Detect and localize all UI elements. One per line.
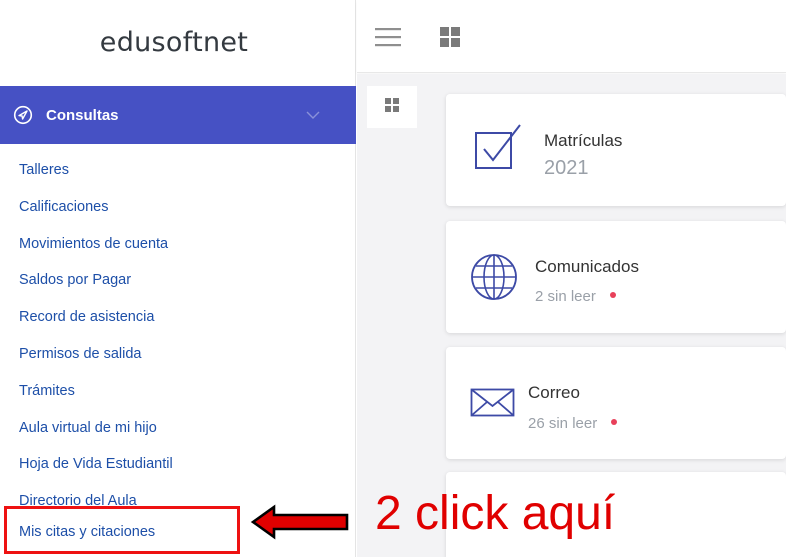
unread-count: 2 sin leer [535,288,596,305]
card-subtitle: 2 sin leer [535,288,616,305]
menu-item-movimientos-de-cuenta[interactable]: Movimientos de cuenta [0,230,356,267]
menu-item-permisos-de-salida[interactable]: Permisos de salida [0,340,356,377]
card-title: Correo [528,383,580,402]
card-title: Comunicados [535,257,639,276]
menu-item-aula-virtual[interactable]: Aula virtual de mi hijo [0,414,356,451]
card-matriculas[interactable]: Matrículas 2021 [446,94,786,206]
navigation-compass-icon [12,104,34,126]
annotation-callout: 2 click aquí [375,487,616,540]
menu-item-mis-citas[interactable]: Mis citas y citaciones [19,524,155,540]
unread-count: 26 sin leer [528,415,598,432]
menu-item-calificaciones[interactable]: Calificaciones [0,193,356,230]
globe-icon [470,253,518,301]
brand-logo: edusoftnet [99,26,249,58]
red-arrow-icon [250,504,350,540]
unread-dot [609,292,616,299]
card-comunicados[interactable]: Comunicados 2 sin leer [446,221,786,333]
menu-item-saldos-por-pagar[interactable]: Saldos por Pagar [0,266,356,303]
grid-view-icon[interactable] [440,27,460,47]
sidebar: edusoftnet Consultas Talleres Calificaci… [0,0,356,557]
mail-envelope-icon [470,388,516,418]
card-subtitle: 26 sin leer [528,415,618,432]
menu-item-tramites[interactable]: Trámites [0,377,356,414]
menu-item-hoja-de-vida[interactable]: Hoja de Vida Estudiantil [0,450,356,487]
grid-view-icon [385,97,399,117]
card-subtitle: 2021 [544,157,589,179]
hamburger-menu-icon[interactable] [375,27,401,47]
main-content: Matrículas 2021 Comunicados 2 sin leer C… [357,74,786,557]
checkbox-icon [470,122,526,172]
submenu-list: Talleres Calificaciones Movimientos de c… [0,156,356,524]
unread-dot [611,419,618,426]
menu-section-consultas[interactable]: Consultas [0,86,356,144]
menu-item-talleres[interactable]: Talleres [0,156,356,193]
dashboard-grid-button[interactable] [367,86,417,128]
chevron-down-icon[interactable] [305,107,321,123]
card-correo[interactable]: Correo 26 sin leer [446,347,786,459]
menu-item-record-de-asistencia[interactable]: Record de asistencia [0,303,356,340]
menu-section-label: Consultas [46,106,119,124]
top-bar [357,0,786,73]
card-title: Matrículas [544,131,623,150]
